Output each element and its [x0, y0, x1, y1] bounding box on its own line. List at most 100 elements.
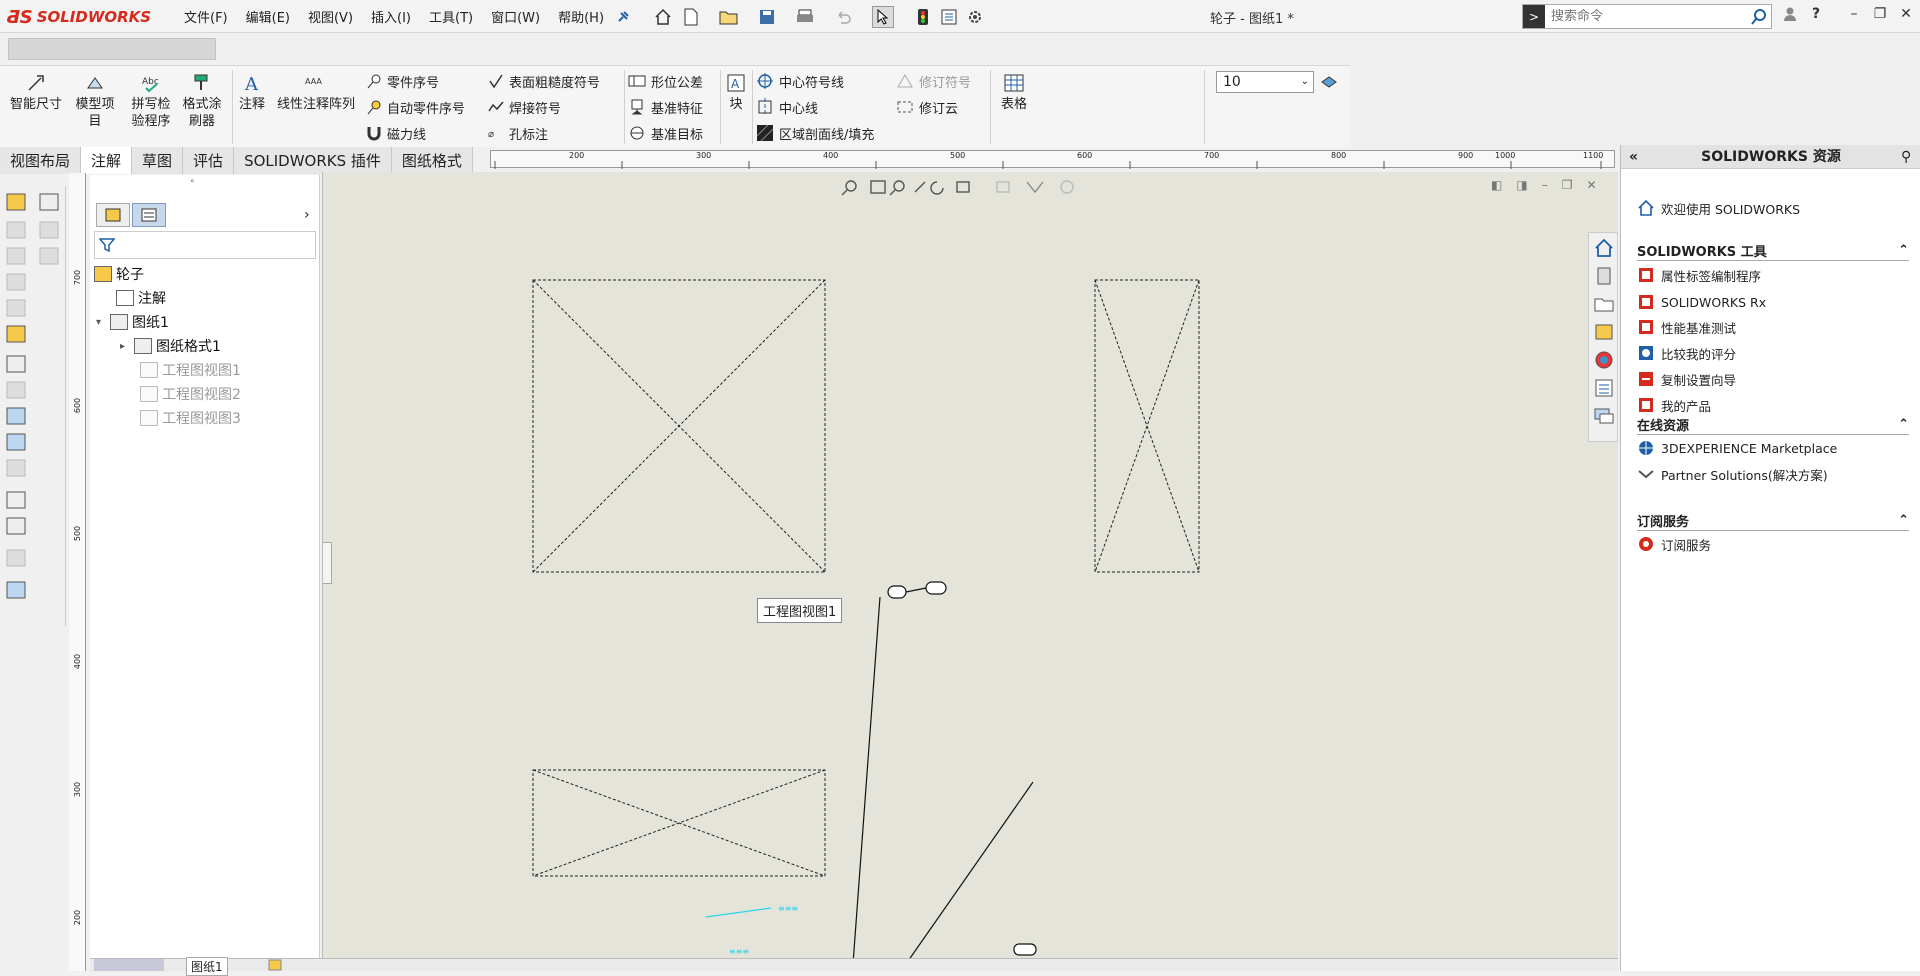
tree-item-view[interactable]: 工程图视图3	[140, 407, 241, 429]
font-size-dropdown[interactable]: 10 ⌄	[1216, 71, 1314, 93]
tree-item-view[interactable]: 工程图视图1	[140, 359, 241, 381]
undo-icon[interactable]	[832, 6, 854, 28]
custom-properties-icon[interactable]	[1593, 377, 1615, 399]
chevron-up-icon[interactable]: ⌃	[1898, 417, 1909, 432]
restore-icon[interactable]: ❐	[1870, 6, 1890, 22]
center-mark-button[interactable]: 中心符号线	[756, 71, 844, 91]
tree-item-annotations[interactable]: 注解	[116, 287, 166, 309]
open-folder-icon[interactable]	[718, 6, 740, 28]
menu-tools[interactable]: 工具(T)	[420, 7, 482, 26]
balloon-button[interactable]: 零件序号	[366, 71, 439, 91]
online-link[interactable]: Partner Solutions(解决方案)	[1637, 463, 1828, 485]
tree-item-view[interactable]: 工程图视图2	[140, 383, 241, 405]
note-button[interactable]: A 注释	[234, 72, 270, 113]
search-box[interactable]: >	[1522, 4, 1772, 29]
tree-item-sheet[interactable]: ▾ 图纸1	[96, 311, 169, 333]
weld-symbol-button[interactable]: 焊接符号	[488, 97, 561, 117]
sheet-tab-1[interactable]: 图纸1	[186, 957, 228, 976]
hole-callout-button[interactable]: ⌀ 孔标注	[488, 123, 548, 143]
subscription-section-header[interactable]: 订阅服务 ⌃	[1637, 511, 1909, 531]
tab-evaluate[interactable]: 评估	[183, 147, 235, 174]
centerline-button[interactable]: 中心线	[756, 97, 818, 117]
welcome-link[interactable]: 欢迎使用 SOLIDWORKS	[1637, 197, 1800, 219]
sheet-nav-arrows[interactable]	[94, 959, 164, 971]
linear-note-pattern-button[interactable]: AAA 线性注释阵列	[272, 72, 360, 113]
forum-icon[interactable]	[1593, 405, 1615, 427]
tab-annotation[interactable]: 注解	[81, 147, 133, 174]
tree-root-drawing[interactable]: 轮子	[94, 263, 144, 285]
collapse-double-chevron-icon[interactable]: «	[1629, 145, 1638, 169]
design-library-icon[interactable]	[1593, 265, 1615, 287]
menu-view[interactable]: 视图(V)	[299, 7, 362, 26]
file-properties-icon[interactable]	[938, 6, 960, 28]
menu-insert[interactable]: 插入(I)	[362, 7, 420, 26]
datum-feature-button[interactable]: 基准特征	[628, 97, 703, 117]
tool-link[interactable]: 属性标签编制程序	[1637, 264, 1761, 286]
options-gear-icon[interactable]	[964, 6, 986, 28]
add-sheet-icon[interactable]	[268, 959, 282, 974]
splitter-handle[interactable]: °	[190, 179, 195, 189]
menu-help[interactable]: 帮助(H)	[549, 7, 613, 26]
menu-edit[interactable]: 编辑(E)	[237, 7, 299, 26]
tools-section-header[interactable]: SOLIDWORKS 工具 ⌃	[1637, 241, 1909, 261]
subscription-link[interactable]: 订阅服务	[1637, 533, 1711, 555]
tool-link[interactable]: 性能基准测试	[1637, 316, 1736, 338]
tab-sketch[interactable]: 草图	[132, 147, 184, 174]
revision-symbol-button[interactable]: 修订符号	[896, 71, 971, 91]
chevron-up-icon[interactable]: ⌃	[1898, 243, 1909, 258]
geometric-tolerance-button[interactable]: 形位公差	[628, 71, 703, 91]
configuration-dropdown[interactable]	[8, 38, 216, 60]
menu-window[interactable]: 窗口(W)	[482, 7, 549, 26]
close-window-icon[interactable]: ✕	[1896, 6, 1916, 22]
home-icon[interactable]	[652, 6, 674, 28]
expand-triangle-icon[interactable]: ▾	[96, 317, 110, 328]
new-document-icon[interactable]	[680, 6, 702, 28]
tree-item-sheet-format[interactable]: ▸ 图纸格式1	[120, 335, 221, 357]
menu-file[interactable]: 文件(F)	[175, 7, 237, 26]
file-explorer-icon[interactable]	[1593, 293, 1615, 315]
feature-manager-tab[interactable]	[96, 203, 130, 227]
search-icon[interactable]	[1747, 8, 1771, 25]
tool-link[interactable]: 复制设置向导	[1637, 368, 1736, 390]
tab-addins[interactable]: SOLIDWORKS 插件	[234, 147, 392, 174]
tab-sheet-format[interactable]: 图纸格式	[391, 147, 473, 174]
revision-cloud-button[interactable]: 修订云	[896, 97, 958, 117]
view-palette-icon[interactable]	[1593, 321, 1615, 343]
layer-icon[interactable]	[1320, 73, 1338, 93]
tool-link[interactable]: SOLIDWORKS Rx	[1637, 291, 1766, 313]
user-icon[interactable]	[1780, 6, 1800, 26]
tool-link[interactable]: 比较我的评分	[1637, 342, 1736, 364]
datum-target-button[interactable]: 基准目标	[628, 123, 703, 143]
area-hatch-button[interactable]: 区域剖面线/填充	[756, 123, 874, 143]
resources-home-icon[interactable]	[1593, 237, 1615, 259]
appearances-icon[interactable]	[1593, 349, 1615, 371]
surface-finish-button[interactable]: 表面粗糙度符号	[488, 71, 600, 91]
minimize-icon[interactable]: –	[1844, 6, 1864, 22]
tree-filter-box[interactable]	[94, 231, 316, 259]
solidworks-logo[interactable]: ƋS SOLIDWORKS	[6, 4, 156, 30]
online-link[interactable]: 3DEXPERIENCE Marketplace	[1637, 437, 1837, 459]
drawing-canvas[interactable]: ◧ ◨ – ❐ ✕ ≡≡≡ ≡≡≡ 工程图视图1	[322, 172, 1618, 964]
auto-balloon-button[interactable]: 自动零件序号	[366, 97, 465, 117]
smart-dimension-button[interactable]: 智能尺寸	[6, 72, 66, 113]
tab-view-layout[interactable]: 视图布局	[0, 147, 82, 174]
pin-icon[interactable]	[612, 6, 634, 28]
select-cursor-icon[interactable]	[872, 6, 894, 28]
online-section-header[interactable]: 在线资源 ⌃	[1637, 415, 1909, 435]
help-icon[interactable]: ?	[1806, 6, 1826, 22]
table-button[interactable]: 表格	[996, 72, 1032, 113]
save-icon[interactable]	[756, 6, 778, 28]
chevron-up-icon[interactable]: ⌃	[1898, 513, 1909, 528]
search-input[interactable]	[1545, 9, 1747, 24]
spell-checker-button[interactable]: Abc 拼写检验程序	[126, 72, 176, 130]
print-icon[interactable]	[794, 6, 816, 28]
pin-panel-icon[interactable]: ⚲	[1901, 145, 1911, 169]
model-items-button[interactable]: 模型项目	[70, 72, 120, 130]
rebuild-traffic-light-icon[interactable]	[912, 6, 934, 28]
format-painter-button[interactable]: 格式涂刷器	[180, 72, 224, 130]
collapse-triangle-icon[interactable]: ▸	[120, 341, 134, 352]
chevron-right-icon[interactable]: ›	[304, 207, 310, 223]
magnetic-line-button[interactable]: 磁力线	[366, 123, 426, 143]
property-manager-tab[interactable]	[132, 203, 166, 227]
tool-link[interactable]: 我的产品	[1637, 394, 1711, 416]
